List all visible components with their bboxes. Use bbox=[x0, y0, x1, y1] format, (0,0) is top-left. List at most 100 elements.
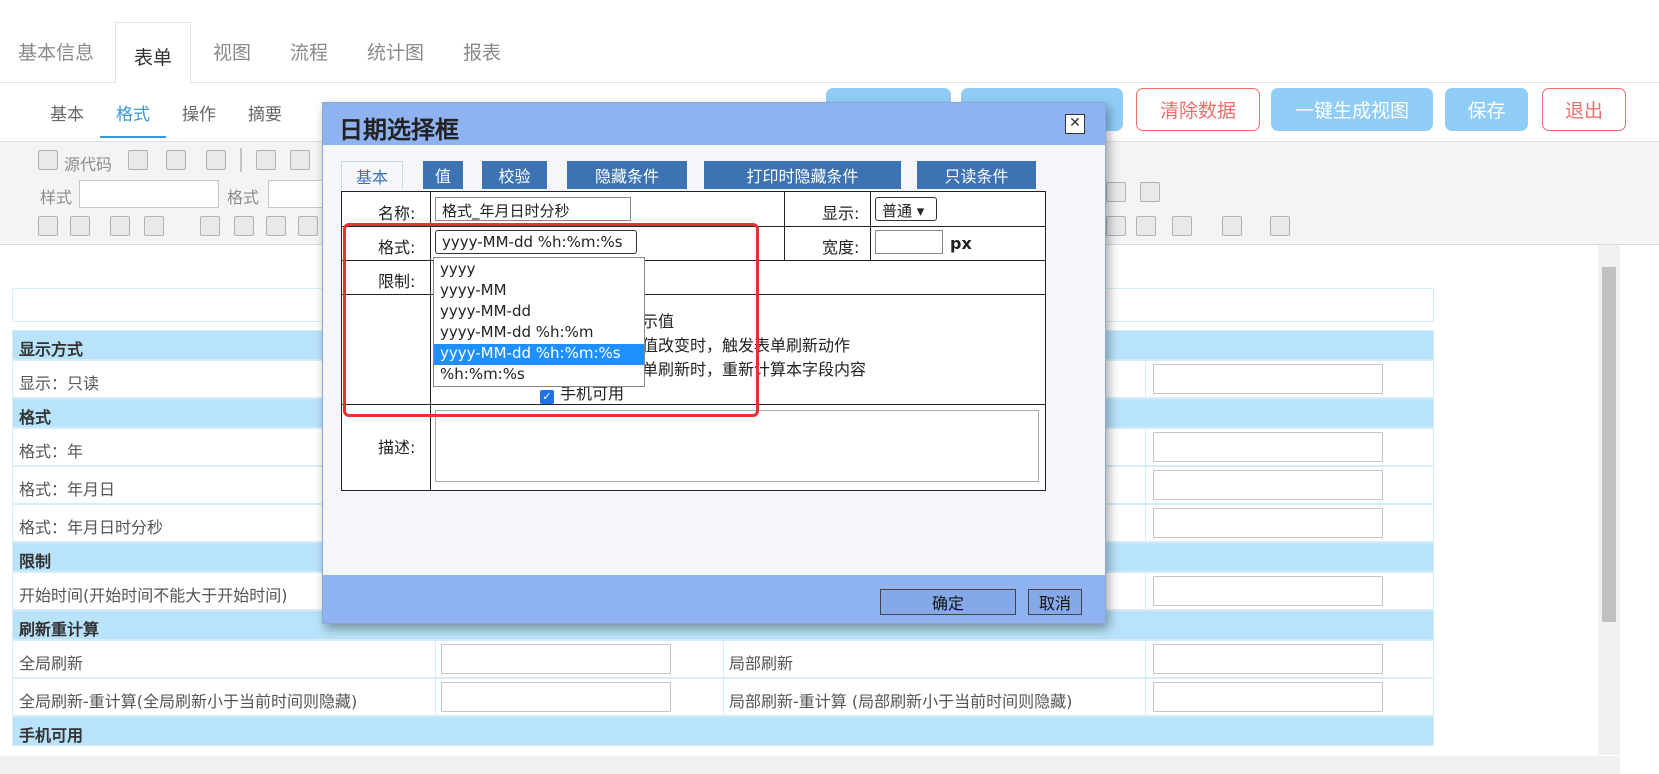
grid-line bbox=[870, 192, 871, 260]
cell-divider bbox=[435, 679, 436, 715]
align-right-icon[interactable] bbox=[1106, 182, 1126, 202]
format-select[interactable] bbox=[268, 180, 328, 208]
section-title: 格式 bbox=[19, 408, 52, 427]
local-refresh-input[interactable] bbox=[1153, 644, 1383, 674]
vertical-scrollbar[interactable] bbox=[1598, 245, 1620, 755]
preview-icon[interactable] bbox=[166, 150, 186, 170]
tab-view[interactable]: 视图 bbox=[213, 38, 251, 65]
field-label: 开始时间(开始时间不能大于开始时间) bbox=[19, 586, 288, 605]
list-icon[interactable] bbox=[200, 216, 220, 236]
cell-divider bbox=[1145, 641, 1146, 677]
widget-icon[interactable] bbox=[266, 216, 286, 236]
cell-divider bbox=[723, 679, 724, 715]
dialog-tab-validate[interactable]: 校验 bbox=[482, 161, 547, 189]
unlink-icon[interactable] bbox=[1136, 216, 1156, 236]
cell-divider bbox=[1145, 573, 1146, 609]
description-textarea[interactable] bbox=[435, 410, 1039, 482]
text-color-icon[interactable] bbox=[1222, 216, 1242, 236]
field-label: 格式：年月日 bbox=[19, 480, 116, 499]
field-label: 格式：年月日时分秒 bbox=[19, 518, 164, 537]
tab-form[interactable]: 表单 bbox=[115, 22, 192, 84]
template-icon[interactable] bbox=[206, 150, 226, 170]
tab-chart[interactable]: 统计图 bbox=[367, 38, 424, 65]
section-title: 限制 bbox=[19, 552, 52, 571]
subtab-operation[interactable]: 操作 bbox=[182, 100, 216, 125]
cell-divider bbox=[1145, 505, 1146, 541]
table-row: 全局刷新-重计算(全局刷新小于当前时间则隐藏) 局部刷新-重计算 (局部刷新小于… bbox=[12, 678, 1434, 716]
field-input[interactable] bbox=[1153, 576, 1383, 606]
display-select[interactable]: 普通 ▾ bbox=[875, 197, 937, 221]
close-icon[interactable]: ✕ bbox=[1065, 114, 1085, 134]
dialog-tab-hide-condition[interactable]: 隐藏条件 bbox=[567, 161, 687, 189]
bg-color-icon[interactable] bbox=[1270, 216, 1290, 236]
textfield-icon[interactable] bbox=[110, 216, 130, 236]
anchor-icon[interactable] bbox=[1172, 216, 1192, 236]
dialog-tab-value[interactable]: 值 bbox=[423, 161, 463, 189]
field-label: 全局刷新 bbox=[19, 654, 84, 673]
textarea-icon[interactable] bbox=[144, 216, 164, 236]
cell-divider bbox=[435, 641, 436, 677]
copy-icon[interactable] bbox=[290, 150, 310, 170]
field-input[interactable] bbox=[1153, 364, 1383, 394]
width-label: 宽度: bbox=[822, 238, 860, 257]
link-icon[interactable] bbox=[1106, 216, 1126, 236]
description-label: 描述: bbox=[378, 438, 416, 457]
tab-basic-info[interactable]: 基本信息 bbox=[18, 38, 94, 65]
name-label: 名称: bbox=[378, 204, 416, 223]
cell-divider bbox=[1145, 467, 1146, 503]
cut-icon[interactable] bbox=[256, 150, 276, 170]
dialog-tab-basic[interactable]: 基本 bbox=[341, 161, 403, 189]
global-refresh-input[interactable] bbox=[441, 644, 671, 674]
checkbox-icon[interactable] bbox=[38, 216, 58, 236]
dialog-title: 日期选择框 bbox=[339, 116, 459, 144]
subtab-summary[interactable]: 摘要 bbox=[248, 100, 282, 125]
name-input[interactable]: 格式_年月日时分秒 bbox=[435, 197, 631, 221]
style-label: 样式 bbox=[40, 188, 73, 207]
tab-report[interactable]: 报表 bbox=[463, 38, 501, 65]
cell-divider bbox=[723, 641, 724, 677]
generate-view-button[interactable]: 一键生成视图 bbox=[1271, 88, 1433, 131]
field-input[interactable] bbox=[1153, 432, 1383, 462]
display-select-value: 普通 bbox=[882, 202, 913, 220]
field-input[interactable] bbox=[1153, 470, 1383, 500]
format-label: 格式 bbox=[227, 188, 260, 207]
field-label: 局部刷新 bbox=[729, 654, 794, 673]
highlight-annotation-box bbox=[343, 223, 759, 417]
exit-button[interactable]: 退出 bbox=[1542, 88, 1626, 131]
dialog-tab-readonly-condition[interactable]: 只读条件 bbox=[917, 161, 1036, 189]
dialog-tab-print-hide-condition[interactable]: 打印时隐藏条件 bbox=[704, 161, 901, 189]
subtab-basic[interactable]: 基本 bbox=[50, 100, 84, 125]
ok-button[interactable]: 确定 bbox=[880, 589, 1016, 615]
field-input[interactable] bbox=[1153, 508, 1383, 538]
width-input[interactable] bbox=[875, 230, 943, 254]
dialog-titlebar[interactable]: 日期选择框 ✕ bbox=[323, 103, 1105, 145]
subtab-format[interactable]: 格式 bbox=[116, 100, 150, 125]
source-code-label[interactable]: 源代码 bbox=[64, 151, 112, 175]
paste-icon[interactable] bbox=[128, 150, 148, 170]
style-select[interactable] bbox=[79, 180, 219, 208]
cancel-button[interactable]: 取消 bbox=[1028, 589, 1082, 615]
clear-data-button[interactable]: 清除数据 bbox=[1136, 88, 1260, 131]
house-icon[interactable] bbox=[298, 216, 318, 236]
section-title: 手机可用 bbox=[19, 726, 84, 745]
radio-icon[interactable] bbox=[70, 216, 90, 236]
display-label: 显示: bbox=[822, 204, 860, 223]
field-label: 全局刷新-重计算(全局刷新小于当前时间则隐藏) bbox=[19, 692, 358, 711]
cell-divider bbox=[1145, 679, 1146, 715]
calendar-icon[interactable] bbox=[234, 216, 254, 236]
align-justify-icon[interactable] bbox=[1140, 182, 1160, 202]
horizontal-scrollbar[interactable] bbox=[0, 756, 1620, 774]
active-subtab-indicator bbox=[100, 136, 166, 138]
local-recalc-input[interactable] bbox=[1153, 682, 1383, 712]
section-mobile: 手机可用 bbox=[12, 716, 1434, 746]
section-title: 刷新重计算 bbox=[19, 620, 100, 639]
width-unit: px bbox=[950, 234, 972, 253]
global-recalc-input[interactable] bbox=[441, 682, 671, 712]
tab-flow[interactable]: 流程 bbox=[290, 38, 328, 65]
table-row: 全局刷新 局部刷新 bbox=[12, 640, 1434, 678]
save-button[interactable]: 保存 bbox=[1445, 88, 1528, 131]
chevron-down-icon: ▾ bbox=[916, 202, 925, 220]
source-code-icon[interactable] bbox=[38, 150, 58, 170]
scrollbar-thumb[interactable] bbox=[1602, 267, 1616, 622]
cell-divider bbox=[1145, 429, 1146, 465]
